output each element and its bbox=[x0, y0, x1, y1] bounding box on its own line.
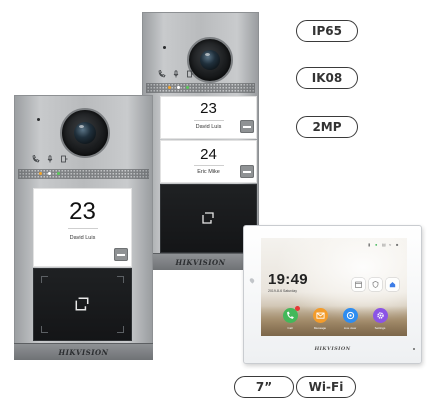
settings-status-icon: ■ bbox=[396, 242, 399, 247]
speaker-grille bbox=[146, 83, 255, 93]
indoor-monitor: ▮ ● ▤ ≈ ■ 19:49 2019-8-6 Saturday Call M… bbox=[243, 225, 422, 364]
brand-logo: HIKVISION bbox=[175, 258, 226, 267]
gear-icon bbox=[377, 312, 384, 319]
camera-icon bbox=[60, 108, 110, 158]
call-app-button[interactable] bbox=[283, 306, 300, 323]
resident-card: 23 David Luis bbox=[160, 96, 257, 139]
microphone-status-icon bbox=[173, 70, 179, 78]
spec-badge-2mp: 2MP bbox=[296, 116, 358, 138]
camera-lens-icon bbox=[346, 311, 355, 320]
quick-tile-home[interactable] bbox=[386, 278, 399, 291]
signal-icon: ▮ bbox=[368, 242, 371, 247]
card-reader-area[interactable] bbox=[33, 268, 132, 341]
spec-badge-ip65: IP65 bbox=[296, 20, 358, 42]
live-view-app-button[interactable] bbox=[343, 308, 358, 323]
resident-name: David Luis bbox=[69, 235, 96, 241]
card-reader-icon bbox=[202, 212, 214, 224]
phone-status-icon bbox=[158, 70, 166, 78]
room-number: 23 bbox=[200, 100, 217, 117]
call-button[interactable] bbox=[240, 120, 254, 133]
door-status-icon bbox=[187, 70, 194, 78]
app-label-settings: Settings bbox=[374, 326, 386, 330]
home-icon bbox=[389, 282, 396, 288]
door-station-single-button: 23 David Luis HIKVISION bbox=[14, 95, 153, 360]
microphone-hole bbox=[37, 118, 40, 121]
resident-card: 23 David Luis bbox=[33, 188, 132, 267]
app-label-live-view: Live view bbox=[343, 326, 357, 330]
message-app-button[interactable] bbox=[313, 308, 328, 323]
quick-tile-calendar[interactable] bbox=[352, 278, 365, 291]
wifi-icon: ≈ bbox=[389, 242, 392, 247]
spec-badge-screen-size: 7” bbox=[234, 376, 294, 398]
status-dot-icon: ● bbox=[375, 242, 378, 247]
status-indicators bbox=[158, 70, 194, 78]
shield-icon bbox=[372, 281, 379, 288]
call-button[interactable] bbox=[240, 165, 254, 178]
location-pin-icon bbox=[248, 277, 256, 284]
door-station-two-button: 23 David Luis 24 Eric Mike HIKVISION bbox=[142, 12, 259, 270]
spec-badge-wifi: Wi-Fi bbox=[296, 376, 356, 398]
speaker-grille bbox=[18, 169, 149, 179]
status-indicators bbox=[32, 155, 68, 163]
monitor-screen: ▮ ● ▤ ≈ ■ 19:49 2019-8-6 Saturday Call M… bbox=[261, 238, 407, 336]
room-number: 23 bbox=[69, 198, 96, 225]
microphone-hole bbox=[163, 46, 166, 49]
microphone-status-icon bbox=[47, 155, 53, 163]
room-number: 24 bbox=[200, 146, 217, 163]
calendar-icon bbox=[355, 281, 362, 288]
phone-status-icon bbox=[32, 155, 40, 163]
call-button[interactable] bbox=[114, 248, 128, 261]
spec-badge-ik08: IK08 bbox=[296, 67, 358, 89]
app-label-message: Message bbox=[313, 326, 327, 330]
network-icon: ▤ bbox=[382, 242, 386, 247]
card-reader-icon bbox=[75, 297, 89, 311]
phone-icon bbox=[287, 311, 294, 319]
quick-tile-security[interactable] bbox=[369, 278, 382, 291]
clock-date: 2019-8-6 Saturday bbox=[268, 289, 297, 293]
clock-time: 19:49 bbox=[268, 271, 308, 288]
envelope-icon bbox=[316, 312, 325, 319]
brand-logo: HIKVISION bbox=[58, 348, 109, 357]
brand-logo: HIKVISION bbox=[314, 346, 351, 352]
door-status-icon bbox=[61, 155, 68, 163]
app-label-call: Call bbox=[287, 326, 293, 330]
power-indicator bbox=[413, 348, 415, 350]
notification-badge bbox=[295, 306, 300, 311]
settings-app-button[interactable] bbox=[373, 308, 388, 323]
resident-card: 24 Eric Mike bbox=[160, 140, 257, 183]
